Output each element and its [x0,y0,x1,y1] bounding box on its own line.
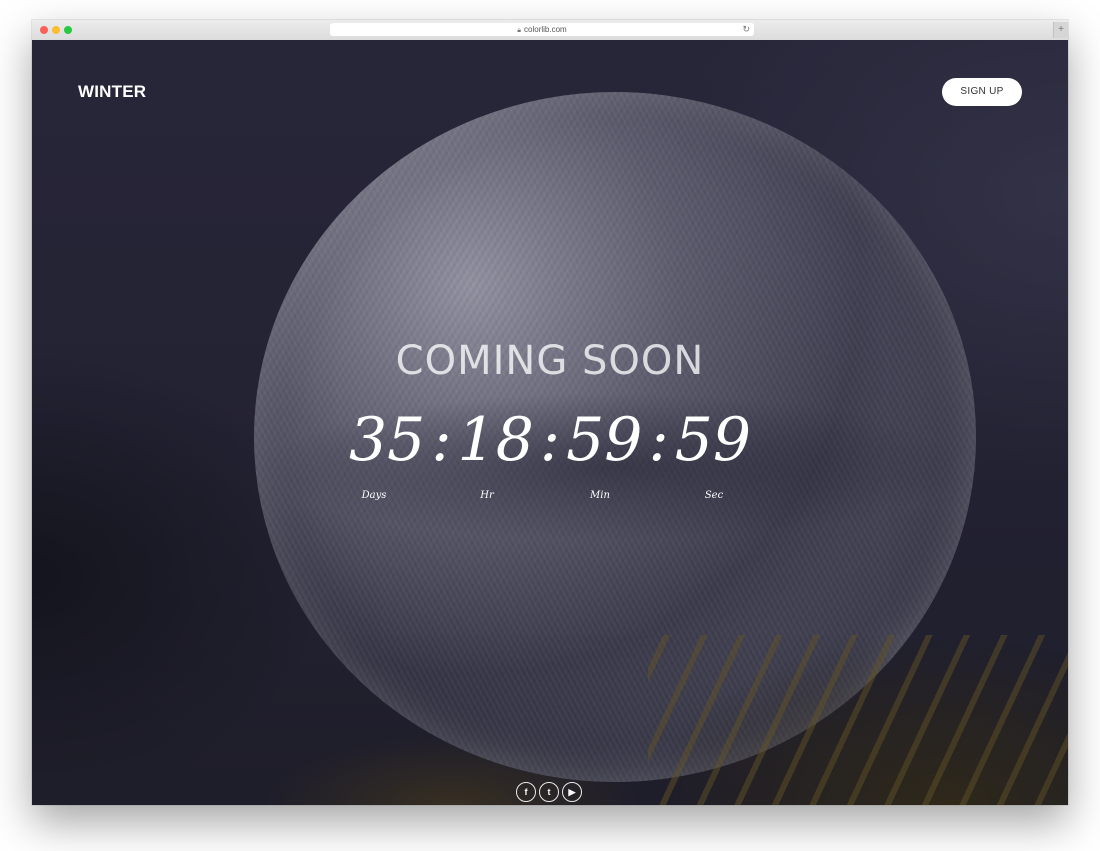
countdown-hours: 18 [457,405,534,475]
address-bar[interactable]: 🔒︎ colorlib.com ↻ [330,23,754,36]
countdown-label-hours: Hr [480,490,494,501]
countdown-timer: 35:18:59:59 [32,410,1068,470]
countdown-label-seconds: Sec [704,490,724,501]
countdown-separator: : [539,405,561,475]
countdown-label-minutes: Min [590,490,610,501]
browser-window: 🔒︎ colorlib.com ↻ + WINTER SIGN UP COMING… [32,20,1068,805]
countdown-minutes: 59 [566,405,643,475]
maximize-window-button[interactable] [64,26,72,34]
lock-icon: 🔒︎ [517,27,522,34]
social-links: f t ▶ [516,782,585,802]
countdown-seconds: 59 [674,405,752,475]
countdown-labels: Days Hr Min Sec [32,490,1068,506]
countdown-days: 35 [348,405,426,475]
countdown-separator: : [431,405,452,475]
browser-titlebar: 🔒︎ colorlib.com ↻ + [32,20,1068,41]
site-logo[interactable]: WINTER [78,82,146,102]
hero-section: WINTER SIGN UP COMING SOON 35:18:59:59 D… [32,40,1068,805]
minimize-window-button[interactable] [52,26,60,34]
close-window-button[interactable] [40,26,48,34]
coming-soon-title: COMING SOON [395,338,705,384]
countdown-label-days: Days [361,490,387,501]
youtube-icon[interactable]: ▶ [562,782,582,802]
address-bar-url: colorlib.com [524,25,567,34]
reload-icon[interactable]: ↻ [742,23,750,36]
new-tab-button[interactable]: + [1053,22,1068,38]
countdown-separator: : [648,405,669,475]
facebook-icon[interactable]: f [516,782,536,802]
signup-button[interactable]: SIGN UP [942,78,1022,106]
twitter-icon[interactable]: t [539,782,559,802]
